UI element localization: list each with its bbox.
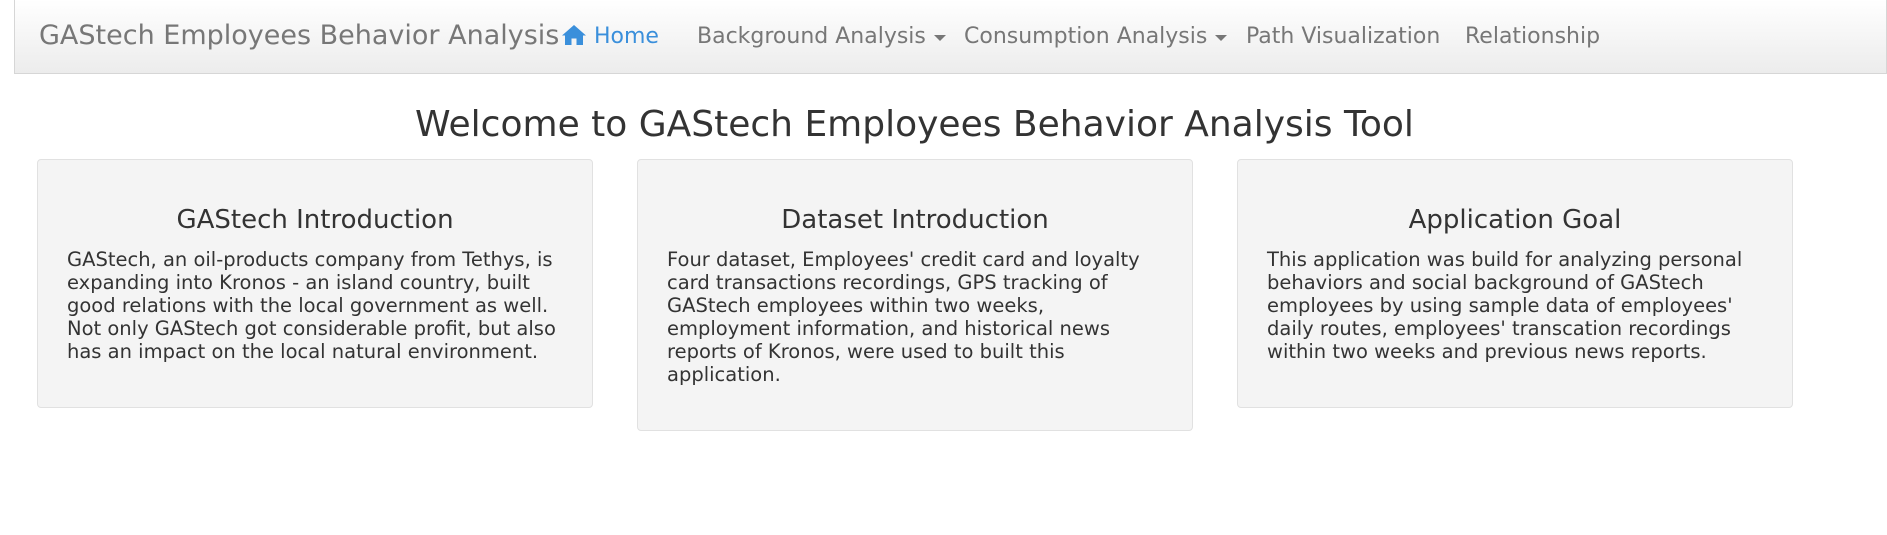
card-gastech-introduction: GAStech Introduction GAStech, an oil-pro… (37, 159, 593, 408)
chevron-down-icon (933, 35, 946, 41)
nav-item-relationship-label: Relationship (1465, 24, 1601, 49)
nav-item-home[interactable]: Home (561, 0, 659, 74)
card-heading: Application Goal (1408, 205, 1622, 235)
nav-item-relationship[interactable]: Relationship (1465, 0, 1600, 74)
card-body: This application was build for analyzing… (1267, 248, 1743, 363)
chevron-down-icon (1215, 35, 1228, 41)
page-title: Welcome to GAStech Employees Behavior An… (415, 104, 1414, 145)
nav-item-consumption-analysis[interactable]: Consumption Analysis (964, 0, 1228, 74)
card-dataset-introduction: Dataset Introduction Four dataset, Emplo… (637, 159, 1193, 431)
navbar-brand[interactable]: GAStech Employees Behavior Analysis (39, 0, 559, 74)
card-heading: GAStech Introduction (176, 205, 454, 235)
nav-item-path-visualization-label: Path Visualization (1246, 24, 1441, 49)
home-icon (562, 25, 586, 45)
card-application-goal: Application Goal This application was bu… (1237, 159, 1793, 408)
nav-item-home-label: Home (594, 24, 659, 49)
nav-item-consumption-analysis-label: Consumption Analysis (964, 24, 1208, 49)
top-navbar: GAStech Employees Behavior Analysis Home… (14, 0, 1887, 74)
nav-item-path-visualization[interactable]: Path Visualization (1246, 0, 1440, 74)
nav-item-background-analysis-label: Background Analysis (697, 24, 926, 49)
nav-item-background-analysis[interactable]: Background Analysis (697, 0, 946, 74)
card-body: GAStech, an oil-products company from Te… (67, 248, 556, 363)
card-body: Four dataset, Employees' credit card and… (667, 248, 1140, 386)
card-heading: Dataset Introduction (781, 205, 1049, 235)
